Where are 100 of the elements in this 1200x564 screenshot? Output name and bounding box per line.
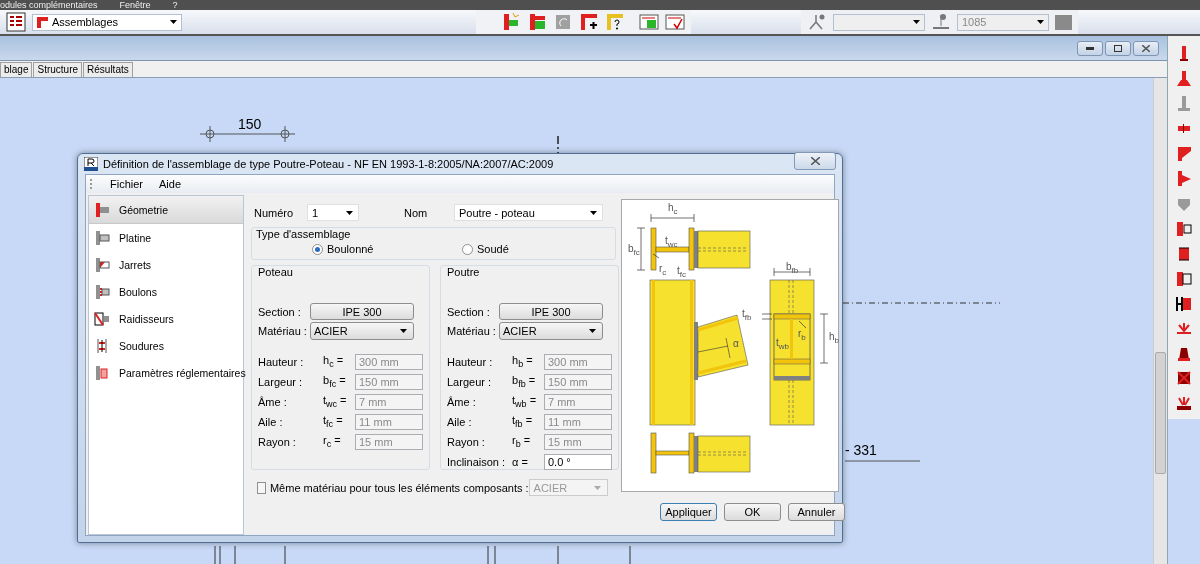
close-icon (810, 157, 820, 165)
symbol-label: r$_{c}$ = (323, 434, 342, 450)
dimension-label: t$_{wc}$ (665, 236, 678, 250)
field-label: Âme : (258, 396, 288, 408)
tab[interactable]: blage (0, 62, 33, 77)
joint-icon (93, 363, 111, 382)
value-field: 15 mm (355, 434, 423, 450)
nav-item[interactable]: Soudures (89, 332, 243, 359)
close-button[interactable] (794, 152, 836, 170)
dimension-label: t$_{wb}$ (776, 338, 789, 352)
checkbox[interactable] (257, 481, 266, 494)
symbol-label: t$_{fb}$ = (512, 414, 534, 430)
dimension-label: b$_{fc}$ (628, 244, 640, 258)
symbol-label: b$_{fb}$ = (512, 374, 537, 390)
axis-line (557, 135, 559, 156)
app-logo-icon (84, 157, 98, 171)
menu-item[interactable]: Aide (159, 178, 182, 190)
field-label: Nom (404, 206, 429, 219)
dialog-button[interactable]: OK (724, 503, 781, 521)
symbol-label: h$_{c}$ = (323, 354, 345, 370)
dimension-label: t$_{fc}$ (677, 266, 686, 280)
symbol-label: t$_{wb}$ = (512, 394, 538, 410)
list-icon[interactable] (6, 12, 26, 32)
caret-icon (590, 210, 597, 215)
minimize-button[interactable] (1077, 40, 1103, 56)
nav-item[interactable]: Géometrie (89, 196, 243, 224)
radio-label[interactable]: Soudé (477, 243, 537, 255)
tab[interactable]: Résultats (83, 62, 133, 77)
section-button[interactable]: IPE 300 (310, 303, 414, 320)
menu-item[interactable]: Fenêtre (119, 0, 151, 10)
number-select[interactable]: 1 (307, 204, 359, 221)
radio-label[interactable]: Boulonné (327, 243, 462, 255)
profile-icon[interactable] (1175, 294, 1193, 313)
menu-item[interactable]: odules complémentaires (0, 0, 98, 10)
caret-icon (1037, 20, 1044, 24)
nav-item[interactable]: Jarrets (89, 251, 243, 278)
value-field: 300 mm (355, 354, 423, 370)
input-field[interactable]: 0.0 ° (544, 454, 612, 470)
section-button[interactable]: IPE 300 (499, 303, 603, 320)
material-select[interactable]: ACIER (310, 322, 414, 340)
profile-icon[interactable] (1175, 269, 1193, 288)
value-field: 150 mm (355, 374, 423, 390)
dialog-button[interactable]: Appliquer (660, 503, 717, 521)
radio-button[interactable] (462, 243, 473, 255)
name-select[interactable]: Poutre - poteau (454, 204, 603, 221)
caret-icon (913, 20, 920, 24)
symbol-label: t$_{fc}$ = (323, 414, 344, 430)
close-button[interactable] (1133, 40, 1159, 56)
joint-icon (93, 255, 111, 274)
value-field: 7 mm (544, 394, 612, 410)
panel-icon[interactable] (1055, 14, 1072, 30)
dimension-label: r$_{b}$ (798, 329, 806, 343)
symbol-label: h$_{b}$ = (512, 354, 534, 370)
joint-icon (93, 200, 111, 219)
group-title: Poteau (258, 266, 295, 278)
field-label: Âme : (447, 396, 477, 408)
dimension-label: t$_{fb}$ (742, 309, 752, 323)
caret-icon (589, 329, 596, 333)
dimension-label: b$_{fb}$ (786, 262, 799, 276)
material-select[interactable]: ACIER (499, 322, 603, 340)
scrollbar[interactable] (1153, 78, 1167, 564)
caret-icon (400, 329, 407, 333)
module-select[interactable]: Assemblages (32, 13, 182, 31)
nav-item[interactable]: Boulons (89, 278, 243, 305)
group-title: Poutre (447, 266, 482, 278)
field-label: Matériau : (447, 325, 497, 337)
value-field: 150 mm (544, 374, 612, 390)
nav-item[interactable]: Raidisseurs (89, 305, 243, 332)
profile-icon[interactable] (1175, 394, 1193, 413)
level-icon[interactable] (931, 12, 951, 32)
caret-icon (346, 210, 353, 215)
tab[interactable]: Structure (33, 62, 83, 77)
field-label: Largeur : (447, 376, 493, 388)
joint-tool-icon[interactable] (579, 12, 599, 32)
nav-item[interactable]: Platine (89, 224, 243, 251)
field-label: Rayon : (447, 436, 486, 448)
field-label: Matériau : (258, 325, 308, 337)
value-field: 7 mm (355, 394, 423, 410)
maximize-button[interactable] (1105, 40, 1131, 56)
symbol-label: b$_{fc}$ = (323, 374, 347, 390)
menu-item[interactable]: ? (172, 0, 178, 10)
joint-icon (93, 309, 111, 328)
field-label: Aile : (258, 416, 284, 428)
dimension-label: α (733, 339, 739, 349)
joint-icon (37, 16, 48, 28)
axes-icon[interactable] (807, 12, 827, 32)
symbol-label: r$_{b}$ = (512, 434, 532, 450)
value-field: 11 mm (355, 414, 423, 430)
field-label: Numéro (254, 206, 295, 219)
field-label: Rayon : (258, 436, 297, 448)
dialog-button[interactable]: Annuler (788, 503, 845, 521)
radio-button[interactable] (312, 243, 323, 255)
joint-tool-icon[interactable] (605, 12, 625, 32)
symbol-label: α = (512, 456, 529, 468)
caret-icon (170, 20, 177, 24)
symbol-label: t$_{wc}$ = (323, 394, 348, 410)
close-icon (1142, 44, 1150, 52)
dimension-label: 150 (238, 116, 262, 132)
joint-icon (93, 282, 111, 301)
menu-item[interactable]: Fichier (110, 178, 143, 190)
